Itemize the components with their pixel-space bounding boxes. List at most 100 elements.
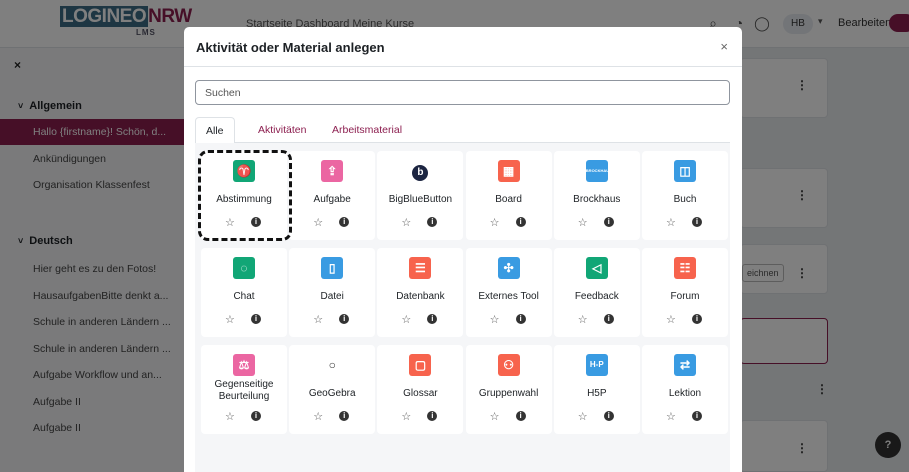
tab-activities[interactable]: Aktivitäten <box>248 117 316 143</box>
star-icon[interactable]: ☆ <box>666 216 676 229</box>
choice-icon: ♈ <box>233 160 255 182</box>
activity-tile[interactable]: ⇪ Aufgabe ☆ i <box>289 151 376 240</box>
star-icon[interactable]: ☆ <box>313 313 323 326</box>
star-icon[interactable]: ☆ <box>225 313 235 326</box>
activity-tile[interactable]: ◁ Feedback ☆ i <box>553 248 640 337</box>
activity-tile[interactable]: ☷ Forum ☆ i <box>642 248 728 337</box>
activity-name: BigBlueButton <box>388 194 453 205</box>
star-icon[interactable]: ☆ <box>490 410 500 423</box>
activity-name: Aufgabe <box>313 194 351 205</box>
forum-icon: ☷ <box>674 257 696 279</box>
puzzle-icon: ✣ <box>497 257 520 279</box>
database-icon: ☰ <box>409 257 432 279</box>
lesson-icon: ⇄ <box>674 354 696 376</box>
star-icon[interactable]: ☆ <box>666 410 676 423</box>
info-icon[interactable]: i <box>692 314 702 324</box>
activity-tile[interactable]: BROCKHAUS Brockhaus ☆ i <box>553 151 640 240</box>
star-icon[interactable]: ☆ <box>666 313 676 326</box>
activity-tile[interactable]: ☰ Datenbank ☆ i <box>377 248 464 337</box>
activity-name: Board <box>495 194 522 205</box>
star-icon[interactable]: ☆ <box>401 410 411 423</box>
activity-name: Gegenseitige Beurteilung <box>214 379 274 402</box>
star-icon[interactable]: ☆ <box>401 216 411 229</box>
info-icon[interactable]: i <box>692 217 702 227</box>
activity-tile[interactable]: ⚖ Gegenseitige Beurteilung ☆ i <box>201 345 287 434</box>
info-icon[interactable]: i <box>603 217 614 227</box>
activity-tile[interactable]: ⚇ Gruppenwahl ☆ i <box>465 345 552 434</box>
file-icon: ▯ <box>321 257 344 279</box>
activity-name: Buch <box>673 194 697 205</box>
activity-name: Glossar <box>403 388 438 399</box>
info-icon[interactable]: i <box>427 411 438 421</box>
info-icon[interactable]: i <box>603 314 614 324</box>
tab-resources[interactable]: Arbeitsmaterial <box>322 117 412 143</box>
brockhaus-icon: BROCKHAUS <box>585 160 612 182</box>
activity-name: Lektion <box>668 388 702 399</box>
activity-tile[interactable]: ▯ Datei ☆ i <box>289 248 376 337</box>
geogebra-icon: ○ <box>321 354 344 376</box>
dialog-header: Aktivität oder Material anlegen × <box>184 27 742 67</box>
dialog-title: Aktivität oder Material anlegen <box>196 40 385 55</box>
info-icon[interactable]: i <box>515 411 526 421</box>
star-icon[interactable]: ☆ <box>313 410 323 423</box>
star-icon[interactable]: ☆ <box>578 216 588 229</box>
search-input[interactable] <box>195 80 730 105</box>
activity-name: Brockhaus <box>573 194 621 205</box>
bigbluebutton-glyph: b <box>412 165 429 181</box>
info-icon[interactable]: i <box>339 314 350 324</box>
activity-tile[interactable]: ▢ Glossar ☆ i <box>377 345 464 434</box>
chooser-tabs: Alle Aktivitäten Arbeitsmaterial <box>195 117 730 144</box>
star-icon[interactable]: ☆ <box>578 410 588 423</box>
info-icon[interactable]: i <box>427 314 438 324</box>
info-icon[interactable]: i <box>251 217 261 227</box>
activity-name: Datenbank <box>396 291 445 302</box>
activity-name: Abstimmung <box>216 194 272 205</box>
chat-icon: ◌ <box>233 257 255 279</box>
activity-tile[interactable]: b BigBlueButton ☆ i <box>377 151 464 240</box>
info-icon[interactable]: i <box>339 411 350 421</box>
board-icon: ▦ <box>497 160 520 182</box>
star-icon[interactable]: ☆ <box>490 313 500 326</box>
activity-name: Datei <box>320 291 344 302</box>
activity-tile[interactable]: ○ GeoGebra ☆ i <box>289 345 376 434</box>
close-icon[interactable]: × <box>720 39 728 54</box>
activity-tile[interactable]: ◌ Chat ☆ i <box>201 248 287 337</box>
h5p-icon: H-P <box>585 354 608 376</box>
star-icon[interactable]: ☆ <box>313 216 323 229</box>
activity-tile[interactable]: ✣ Externes Tool ☆ i <box>465 248 552 337</box>
info-icon[interactable]: i <box>427 217 438 227</box>
info-icon[interactable]: i <box>692 411 702 421</box>
tab-all[interactable]: Alle <box>195 117 235 144</box>
activity-tile[interactable]: H-P H5P ☆ i <box>553 345 640 434</box>
activity-name: Gruppenwahl <box>478 388 539 399</box>
info-icon[interactable]: i <box>603 411 614 421</box>
glossary-icon: ▢ <box>409 354 432 376</box>
bigbluebutton-icon: b <box>409 160 432 182</box>
activity-name: Externes Tool <box>478 291 539 302</box>
activity-tile[interactable]: ◫ Buch ☆ i <box>642 151 728 240</box>
info-icon[interactable]: i <box>339 217 350 227</box>
star-icon[interactable]: ☆ <box>225 410 235 423</box>
info-icon[interactable]: i <box>515 314 526 324</box>
activity-tile[interactable]: ▦ Board ☆ i <box>465 151 552 240</box>
assignment-icon: ⇪ <box>321 160 344 182</box>
activity-name: H5P <box>587 388 607 399</box>
info-icon[interactable]: i <box>515 217 526 227</box>
activity-chooser-dialog: Aktivität oder Material anlegen × Alle A… <box>184 27 742 472</box>
activity-grid: ♈ Abstimmung ☆ i ⇪ Aufgabe ☆ i b BigBlueButton ☆ i ▦… <box>195 143 730 472</box>
star-icon[interactable]: ☆ <box>225 216 235 229</box>
star-icon[interactable]: ☆ <box>490 216 500 229</box>
info-icon[interactable]: i <box>251 314 261 324</box>
star-icon[interactable]: ☆ <box>578 313 588 326</box>
activity-name: Forum <box>670 291 700 302</box>
activity-tile[interactable]: ⇄ Lektion ☆ i <box>642 345 728 434</box>
book-icon: ◫ <box>674 160 696 182</box>
megaphone-icon: ◁ <box>585 257 608 279</box>
info-icon[interactable]: i <box>251 411 261 421</box>
activity-name: GeoGebra <box>308 388 356 399</box>
activity-name: Feedback <box>574 291 619 302</box>
activity-name: Chat <box>233 291 255 302</box>
star-icon[interactable]: ☆ <box>401 313 411 326</box>
activity-tile[interactable]: ♈ Abstimmung ☆ i <box>201 151 287 240</box>
group-choice-icon: ⚇ <box>497 354 520 376</box>
